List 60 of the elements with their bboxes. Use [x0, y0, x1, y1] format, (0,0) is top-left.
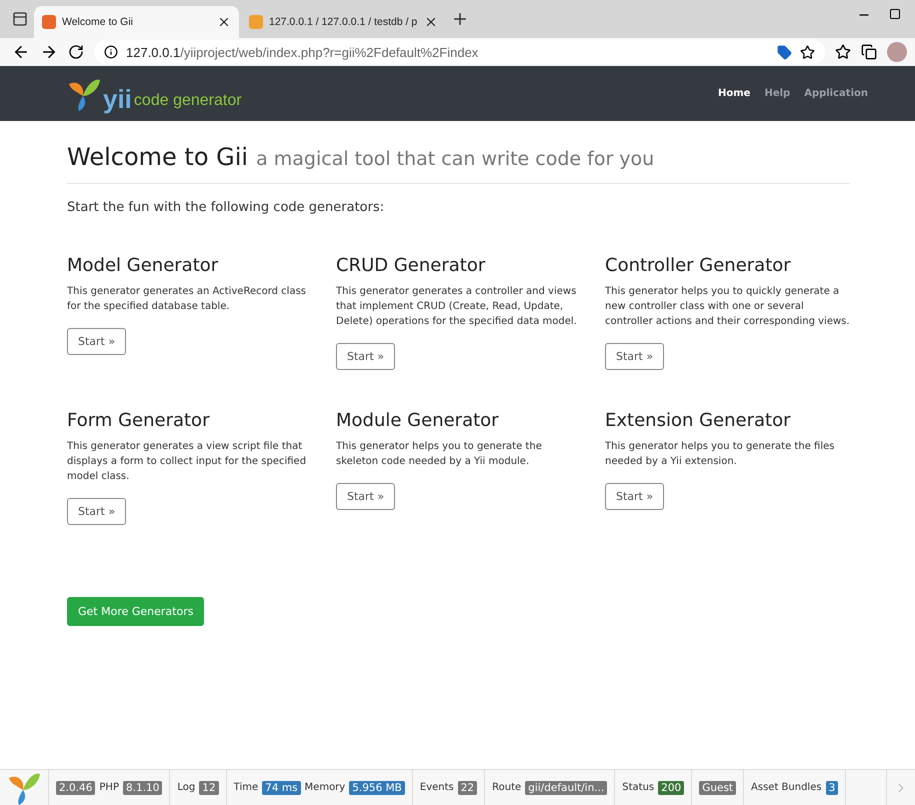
nav-link[interactable]: Application — [804, 88, 868, 99]
toolbar-label: Memory — [304, 782, 346, 793]
generator-title: Form Generator — [67, 410, 210, 431]
generator-title: Controller Generator — [605, 255, 791, 276]
toolbar-badge: 74 ms — [262, 780, 301, 794]
toolbar-label: PHP — [99, 782, 119, 793]
generator-title: Module Generator — [336, 410, 499, 431]
generator-title: Extension Generator — [605, 410, 790, 431]
toolbar-label: Log — [177, 782, 196, 793]
generator-description: This generator helps you to generate the files needed by a Yii extension. — [605, 440, 836, 469]
toolbar-badge: 5.956 MB — [349, 780, 405, 794]
page-subtitle: a magical tool that can write code for you — [256, 148, 654, 170]
start-button[interactable]: Start » — [605, 343, 664, 370]
star-icon[interactable] — [800, 44, 815, 60]
generator-description: This generator helps you to generate the skeleton code needed by a Yii module. — [336, 440, 543, 469]
tag-icon[interactable] — [777, 44, 792, 60]
generator-description: This generator generates a controller and views that implement CRUD (Create, Read, Update, Delete) operations for the specified data model. — [336, 285, 578, 329]
info-icon — [104, 45, 118, 59]
toolbar-badge: 12 — [199, 780, 219, 794]
browser-tab[interactable]: Welcome to Gii — [34, 6, 239, 38]
toolbar-badge: 2.0.46 — [56, 780, 96, 794]
start-button[interactable]: Start » — [67, 498, 126, 525]
toolbar-label: Status — [622, 782, 654, 793]
nav-link[interactable]: Home — [718, 88, 750, 99]
toolbar-label: Events — [420, 782, 454, 793]
start-button[interactable]: Start » — [336, 483, 396, 510]
toolbar-label: Asset Bundles — [751, 782, 822, 793]
start-button[interactable]: Start » — [605, 483, 664, 510]
forward-icon[interactable] — [40, 43, 58, 61]
toolbar-badge: gii/default/in... — [525, 780, 608, 794]
maximize-icon[interactable] — [889, 8, 901, 20]
close-icon[interactable] — [424, 15, 438, 29]
generator-title: CRUD Generator — [336, 255, 486, 276]
toolbar-badge: 3 — [826, 780, 838, 794]
address-field[interactable]: 127.0.0.1/yiiproject/web/index.php?r=gii%2Fdefault%2Findex — [94, 40, 825, 64]
browser-tab[interactable]: 127.0.0.1 / 127.0.0.1 / testdb / p — [241, 6, 446, 38]
collections-icon[interactable] — [861, 44, 877, 60]
generator-description: This generator helps you to quickly generate a new controller class with one or several controller actions and their corresponding views. — [605, 285, 850, 329]
nav-link[interactable]: Help — [764, 88, 790, 99]
refresh-icon[interactable] — [68, 44, 84, 60]
start-button[interactable]: Start » — [336, 343, 396, 370]
toolbar-label: Time — [234, 782, 258, 793]
brand-mark: yii — [103, 86, 132, 112]
toolbar-badge: Guest — [699, 780, 736, 794]
toolbar-badge: 22 — [458, 780, 478, 794]
generator-title: Model Generator — [67, 255, 218, 276]
brand-text: code generator — [134, 92, 242, 110]
toolbar-badge: 8.1.10 — [123, 780, 162, 794]
generator-description: This generator generates an ActiveRecord class for the specified database table. — [67, 285, 307, 314]
intro-text: Start the fun with the following code generators: — [67, 200, 386, 215]
close-icon[interactable] — [217, 15, 231, 29]
page-title: Welcome to Gii — [67, 143, 248, 171]
favicon-icon — [42, 15, 56, 29]
favicon-icon — [249, 15, 263, 29]
back-icon[interactable] — [12, 43, 30, 61]
toolbar-badge: 200 — [658, 780, 684, 794]
toolbar-label: Route — [492, 782, 522, 793]
start-button[interactable]: Start » — [67, 328, 126, 355]
favorites-icon[interactable] — [835, 44, 851, 60]
generator-description: This generator generates a view script file that displays a form to collect input for the specified model class. — [67, 440, 308, 484]
